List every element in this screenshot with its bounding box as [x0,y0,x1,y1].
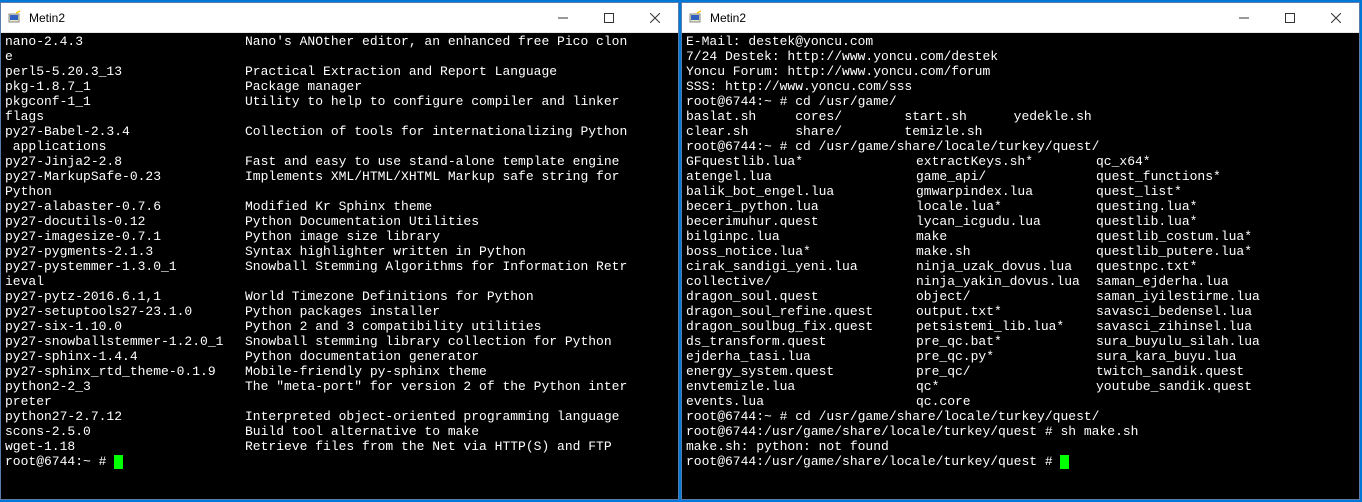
window-controls [1221,3,1359,32]
file-row: ds_transform.questpre_qc.bat*sura_buyulu… [686,334,1355,349]
package-row: python27-2.7.12Interpreted object-orient… [5,409,674,424]
file-row: energy_system.questpre_qc/twitch_sandik.… [686,364,1355,379]
file-row: bilginpc.luamakequestlib_costum.lua* [686,229,1355,244]
package-row: py27-MarkupSafe-0.23Implements XML/HTML/… [5,169,674,184]
file-row: atengel.luagame_api/quest_functions* [686,169,1355,184]
ls-row: clear.sh share/ temizle.sh [686,124,1355,139]
terminal-window-left: Metin2 nano-2.4.3Nano's ANOther editor, … [0,2,679,500]
package-row: py27-Babel-2.3.4Collection of tools for … [5,124,674,139]
package-row: pkg-1.8.7_1Package manager [5,79,674,94]
file-row: dragon_soul.questobject/saman_iyilestirm… [686,289,1355,304]
file-row: boss_notice.lua*make.shquestlib_putere.l… [686,244,1355,259]
command-line: root@6744:/usr/game/share/locale/turkey/… [686,424,1355,439]
file-row: beceri_python.lualocale.lua*questing.lua… [686,199,1355,214]
window-controls [540,3,678,32]
close-button[interactable] [1313,3,1359,32]
package-row: py27-Jinja2-2.8Fast and easy to use stan… [5,154,674,169]
package-row: pkgconf-1_1Utility to help to configure … [5,94,674,109]
package-row-cont: applications [5,139,674,154]
package-row: py27-pygments-2.1.3Syntax highlighter wr… [5,244,674,259]
package-row: py27-sphinx-1.4.4Python documentation ge… [5,349,674,364]
package-row: nano-2.4.3Nano's ANOther editor, an enha… [5,34,674,49]
package-row: py27-sphinx_rtd_theme-0.1.9Mobile-friend… [5,364,674,379]
package-row: py27-pystemmer-1.3.0_1Snowball Stemming … [5,259,674,274]
window-title: Metin2 [710,11,1221,25]
terminal-content-left[interactable]: nano-2.4.3Nano's ANOther editor, an enha… [1,33,678,499]
command-line: root@6744:~ # cd /usr/game/share/locale/… [686,139,1355,154]
window-title: Metin2 [29,11,540,25]
file-row: GFquestlib.lua*extractKeys.sh*qc_x64* [686,154,1355,169]
package-row: wget-1.18Retrieve files from the Net via… [5,439,674,454]
file-row: envtemizle.luaqc*youtube_sandik.quest [686,379,1355,394]
terminal-content-right[interactable]: E-Mail: destek@yoncu.com7/24 Destek: htt… [682,33,1359,499]
package-row: py27-pytz-2016.6.1,1World Timezone Defin… [5,289,674,304]
package-row-cont: flags [5,109,674,124]
titlebar[interactable]: Metin2 [1,3,678,33]
header-line: 7/24 Destek: http://www.yoncu.com/destek [686,49,1355,64]
titlebar[interactable]: Metin2 [682,3,1359,33]
package-row: py27-alabaster-0.7.6Modified Kr Sphinx t… [5,199,674,214]
package-row: py27-docutils-0.12Python Documentation U… [5,214,674,229]
header-line: SSS: http://www.yoncu.com/sss [686,79,1355,94]
cursor [114,455,123,469]
close-button[interactable] [632,3,678,32]
prompt-line[interactable]: root@6744:~ # [5,454,674,469]
package-row-cont: preter [5,394,674,409]
file-row: becerimuhur.questlycan_icgudu.luaquestli… [686,214,1355,229]
file-row: balik_bot_engel.luagmwarpindex.luaquest_… [686,184,1355,199]
minimize-button[interactable] [540,3,586,32]
package-row: python2-2_3The "meta-port" for version 2… [5,379,674,394]
header-line: E-Mail: destek@yoncu.com [686,34,1355,49]
command-line: root@6744:~ # cd /usr/game/ [686,94,1355,109]
package-row-cont: Python [5,184,674,199]
file-row: cirak_sandigi_yeni.luaninja_uzak_dovus.l… [686,259,1355,274]
cursor [1060,455,1069,469]
package-row: perl5-5.20.3_13Practical Extraction and … [5,64,674,79]
file-row: ejderha_tasi.luapre_qc.py*sura_kara_buyu… [686,349,1355,364]
putty-icon [7,10,23,26]
file-row: dragon_soul_refine.questoutput.txt*savas… [686,304,1355,319]
package-row: scons-2.5.0Build tool alternative to mak… [5,424,674,439]
package-row-cont: ieval [5,274,674,289]
terminal-window-right: Metin2 E-Mail: destek@yoncu.com7/24 Dest… [681,2,1360,500]
error-line: make.sh: python: not found [686,439,1355,454]
ls-row: baslat.sh cores/ start.sh yedekle.sh [686,109,1355,124]
package-row: py27-six-1.10.0Python 2 and 3 compatibil… [5,319,674,334]
package-row: py27-snowballstemmer-1.2.0_1Snowball ste… [5,334,674,349]
package-row: py27-setuptools27-23.1.0Python packages … [5,304,674,319]
command-line: root@6744:~ # cd /usr/game/share/locale/… [686,409,1355,424]
package-row-cont: e [5,49,674,64]
minimize-button[interactable] [1221,3,1267,32]
file-row: dragon_soulbug_fix.questpetsistemi_lib.l… [686,319,1355,334]
package-row: py27-imagesize-0.7.1Python image size li… [5,229,674,244]
file-row: events.luaqc.core [686,394,1355,409]
prompt-line[interactable]: root@6744:/usr/game/share/locale/turkey/… [686,454,1355,469]
header-line: Yoncu Forum: http://www.yoncu.com/forum [686,64,1355,79]
file-row: collective/ninja_yakin_dovus.luasaman_ej… [686,274,1355,289]
maximize-button[interactable] [586,3,632,32]
putty-icon [688,10,704,26]
maximize-button[interactable] [1267,3,1313,32]
